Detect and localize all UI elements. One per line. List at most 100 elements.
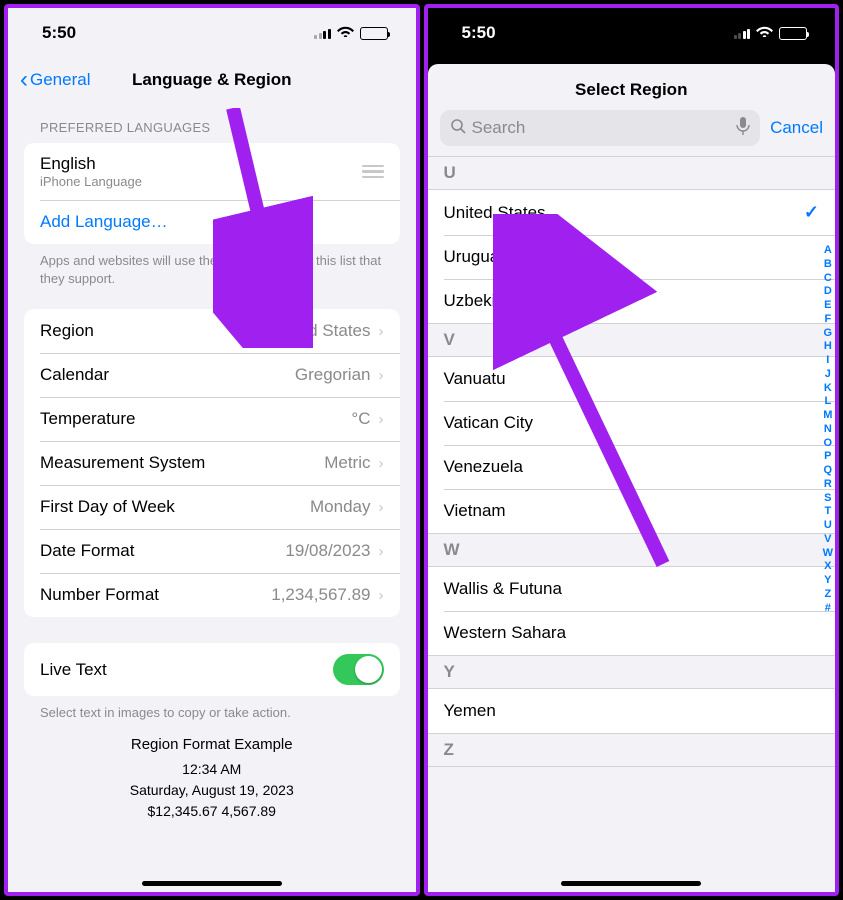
- index-letter[interactable]: F: [823, 313, 833, 327]
- microphone-icon[interactable]: [736, 117, 750, 140]
- home-indicator[interactable]: [142, 881, 282, 886]
- preferred-languages-group: English iPhone Language Add Language…: [24, 143, 400, 244]
- number-format-row[interactable]: Number Format 1,234,567.89›: [24, 573, 400, 617]
- status-bar: 5:50 29: [428, 8, 836, 58]
- index-letter[interactable]: L: [823, 395, 833, 409]
- chevron-left-icon: ‹: [20, 68, 28, 92]
- index-letter[interactable]: E: [823, 299, 833, 313]
- region-settings-group: Region United States› Calendar Gregorian…: [24, 309, 400, 617]
- battery-icon: 29: [779, 27, 807, 40]
- language-row-english[interactable]: English iPhone Language: [24, 143, 400, 200]
- search-row: Cancel: [428, 110, 836, 156]
- index-letter[interactable]: G: [823, 327, 833, 341]
- status-bar: 5:50 29: [8, 8, 416, 58]
- index-letter[interactable]: U: [823, 519, 833, 533]
- nav-bar: ‹ General Language & Region: [8, 58, 416, 102]
- preferred-languages-footer: Apps and websites will use the first lan…: [8, 244, 416, 287]
- alphabet-index[interactable]: ABCDEFGHIJKLMNOPQRSTUVWXYZ#: [823, 244, 833, 615]
- back-label: General: [30, 70, 90, 90]
- index-letter[interactable]: S: [823, 492, 833, 506]
- language-sublabel: iPhone Language: [40, 174, 142, 189]
- chevron-right-icon: ›: [379, 411, 384, 428]
- index-letter[interactable]: T: [823, 505, 833, 519]
- index-letter[interactable]: B: [823, 258, 833, 272]
- index-letter[interactable]: Y: [823, 574, 833, 588]
- live-text-group: Live Text: [24, 643, 400, 696]
- add-language-row[interactable]: Add Language…: [24, 200, 400, 244]
- preferred-languages-header: PREFERRED LANGUAGES: [8, 102, 416, 143]
- status-time: 5:50: [462, 23, 496, 43]
- region-row-uruguay[interactable]: Uruguay: [428, 235, 836, 279]
- search-icon: [450, 118, 466, 139]
- chevron-right-icon: ›: [379, 455, 384, 472]
- calendar-row[interactable]: Calendar Gregorian›: [24, 353, 400, 397]
- section-header-v: V: [428, 323, 836, 357]
- status-icons: 29: [314, 24, 388, 42]
- chevron-right-icon: ›: [379, 367, 384, 384]
- section-header-u: U: [428, 156, 836, 190]
- index-letter[interactable]: K: [823, 382, 833, 396]
- index-letter[interactable]: Q: [823, 464, 833, 478]
- index-letter[interactable]: V: [823, 533, 833, 547]
- index-letter[interactable]: A: [823, 244, 833, 258]
- index-letter[interactable]: N: [823, 423, 833, 437]
- index-letter[interactable]: D: [823, 285, 833, 299]
- live-text-row: Live Text: [24, 643, 400, 696]
- region-row[interactable]: Region United States›: [24, 309, 400, 353]
- index-letter[interactable]: W: [823, 547, 833, 561]
- region-row-vanuatu[interactable]: Vanuatu: [428, 357, 836, 401]
- region-row-western-sahara[interactable]: Western Sahara: [428, 611, 836, 655]
- cellular-icon: [734, 27, 751, 39]
- live-text-footer: Select text in images to copy or take ac…: [8, 696, 416, 722]
- section-header-y: Y: [428, 655, 836, 689]
- region-row-wallis-futuna[interactable]: Wallis & Futuna: [428, 567, 836, 611]
- region-picker-sheet: Select Region Cancel U United States✓ Ur…: [428, 64, 836, 892]
- add-language-label: Add Language…: [40, 212, 168, 232]
- sheet-title: Select Region: [428, 80, 836, 100]
- sheet-header: Select Region: [428, 64, 836, 110]
- home-indicator[interactable]: [561, 881, 701, 886]
- first-day-row[interactable]: First Day of Week Monday›: [24, 485, 400, 529]
- chevron-right-icon: ›: [379, 323, 384, 340]
- region-row-vietnam[interactable]: Vietnam: [428, 489, 836, 533]
- measurement-row[interactable]: Measurement System Metric›: [24, 441, 400, 485]
- date-format-row[interactable]: Date Format 19/08/2023›: [24, 529, 400, 573]
- index-letter[interactable]: P: [823, 450, 833, 464]
- region-row-yemen[interactable]: Yemen: [428, 689, 836, 733]
- section-header-w: W: [428, 533, 836, 567]
- chevron-right-icon: ›: [379, 543, 384, 560]
- live-text-toggle[interactable]: [333, 654, 384, 685]
- region-row-venezuela[interactable]: Venezuela: [428, 445, 836, 489]
- temperature-row[interactable]: Temperature °C›: [24, 397, 400, 441]
- cellular-icon: [314, 27, 331, 39]
- search-input[interactable]: [472, 118, 731, 138]
- index-letter[interactable]: C: [823, 272, 833, 286]
- region-row-united-states[interactable]: United States✓: [428, 190, 836, 235]
- region-row-uzbekistan[interactable]: Uzbekistan: [428, 279, 836, 323]
- chevron-right-icon: ›: [379, 587, 384, 604]
- index-letter[interactable]: M: [823, 409, 833, 423]
- reorder-icon[interactable]: [362, 165, 384, 179]
- checkmark-icon: ✓: [804, 202, 819, 223]
- index-letter[interactable]: X: [823, 560, 833, 574]
- index-letter[interactable]: H: [823, 340, 833, 354]
- index-letter[interactable]: Z: [823, 588, 833, 602]
- status-icons: 29: [734, 24, 808, 42]
- back-button[interactable]: ‹ General: [20, 68, 90, 92]
- wifi-icon: [337, 24, 354, 42]
- index-letter[interactable]: O: [823, 437, 833, 451]
- index-letter[interactable]: R: [823, 478, 833, 492]
- wifi-icon: [756, 24, 773, 42]
- chevron-right-icon: ›: [379, 499, 384, 516]
- page-title: Language & Region: [132, 70, 292, 90]
- phone-settings-screen: 5:50 29 ‹ General Language & Region PREF…: [4, 4, 420, 896]
- index-letter[interactable]: I: [823, 354, 833, 368]
- index-letter[interactable]: J: [823, 368, 833, 382]
- search-field[interactable]: [440, 110, 761, 146]
- cancel-button[interactable]: Cancel: [770, 118, 823, 138]
- region-row-vatican-city[interactable]: Vatican City: [428, 401, 836, 445]
- phone-select-region-screen: 5:50 29 Select Region Cancel U United St…: [424, 4, 840, 896]
- region-format-example: Region Format Example 12:34 AM Saturday,…: [8, 722, 416, 836]
- index-letter[interactable]: #: [823, 602, 833, 616]
- region-list[interactable]: U United States✓ Uruguay Uzbekistan V Va…: [428, 156, 836, 892]
